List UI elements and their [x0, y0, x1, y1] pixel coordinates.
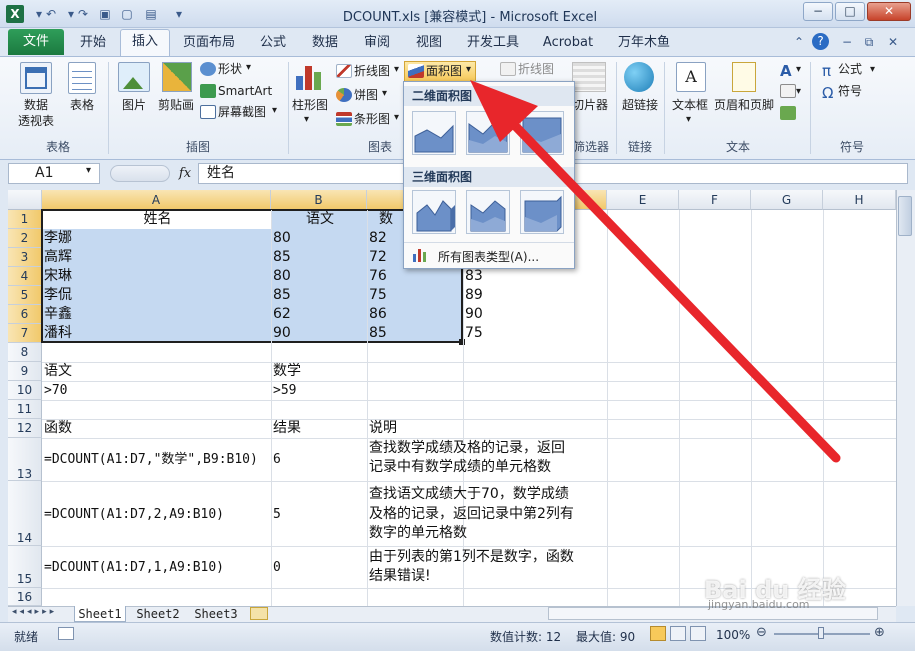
zoom-slider-thumb[interactable]	[818, 627, 824, 639]
status-ready: 就绪	[14, 630, 39, 644]
zoom-out-icon[interactable]: ⊖	[756, 625, 767, 640]
status-count: 数值计数: 12	[490, 630, 562, 644]
insert-sheet-icon[interactable]	[250, 607, 268, 620]
zoom-in-icon[interactable]: ⊕	[874, 625, 885, 640]
sheet-tab-sheet1[interactable]: Sheet1	[74, 606, 126, 622]
normal-view-icon[interactable]	[650, 626, 666, 641]
status-max: 最大值: 90	[576, 630, 636, 644]
sheet-tab-sheet3[interactable]: Sheet3	[190, 606, 242, 622]
sheet-tab-sheet2[interactable]: Sheet2	[132, 606, 184, 622]
page-layout-view-icon[interactable]	[670, 626, 686, 641]
status-bar	[0, 622, 915, 651]
sheet-nav-arrows-icon[interactable]: ◂◂◂▸▸▸	[12, 607, 57, 617]
zoom-level[interactable]: 100%	[716, 628, 750, 642]
watermark-url: jingyan.baidu.com	[708, 598, 810, 611]
red-arrow-annotation	[470, 80, 841, 463]
page-break-view-icon[interactable]	[690, 626, 706, 641]
macro-record-icon[interactable]	[58, 627, 74, 640]
